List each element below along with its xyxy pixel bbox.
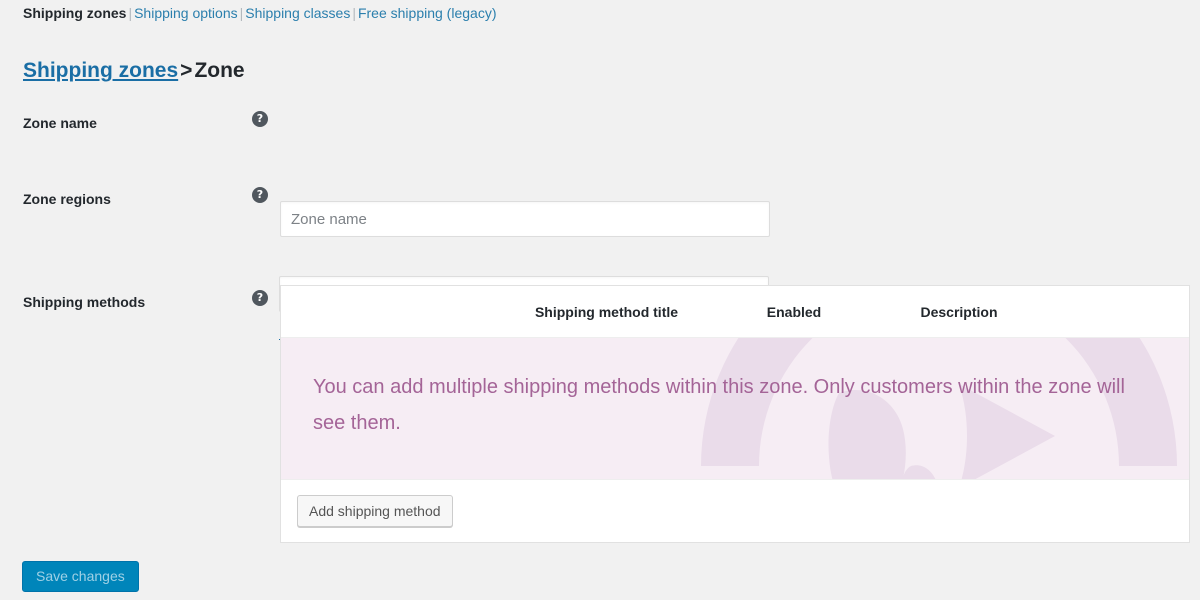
subnav-separator-1: | <box>126 5 134 21</box>
subnav-separator-3: | <box>350 5 358 21</box>
add-shipping-method-button[interactable]: Add shipping method <box>297 495 453 527</box>
breadcrumb-current-zone: Zone <box>194 59 244 82</box>
subnav-item-shipping-classes[interactable]: Shipping classes <box>245 5 350 21</box>
breadcrumb-link-shipping-zones[interactable]: Shipping zones <box>23 59 178 82</box>
shipping-methods-table-footer: Add shipping method <box>281 480 1189 542</box>
subnav-item-free-shipping-legacy[interactable]: Free shipping (legacy) <box>358 5 497 21</box>
question-mark-icon-zone-name[interactable]: ? <box>252 111 268 127</box>
column-header-enabled: Enabled <box>714 304 874 320</box>
shipping-methods-table: Shipping method title Enabled Descriptio… <box>280 285 1190 543</box>
column-header-shipping-method-title: Shipping method title <box>499 304 714 320</box>
subnav-item-shipping-options[interactable]: Shipping options <box>134 5 238 21</box>
shipping-methods-table-header: Shipping method title Enabled Descriptio… <box>281 286 1189 338</box>
save-changes-button[interactable]: Save changes <box>22 561 139 592</box>
question-mark-icon-zone-regions[interactable]: ? <box>252 187 268 203</box>
shipping-methods-empty-row: You can add multiple shipping methods wi… <box>281 338 1189 480</box>
breadcrumb-separator: > <box>178 59 194 82</box>
question-mark-icon-shipping-methods[interactable]: ? <box>252 290 268 306</box>
settings-subnav: Shipping zones|Shipping options|Shipping… <box>23 4 496 23</box>
shipping-methods-empty-message: You can add multiple shipping methods wi… <box>281 338 1189 441</box>
column-header-description: Description <box>874 304 1044 320</box>
page-title-breadcrumb: Shipping zones>Zone <box>23 57 245 85</box>
zone-name-label: Zone name <box>23 113 97 133</box>
zone-regions-label: Zone regions <box>23 189 111 209</box>
subnav-item-shipping-zones[interactable]: Shipping zones <box>23 5 126 21</box>
shipping-methods-label: Shipping methods <box>23 292 145 312</box>
zone-name-input[interactable] <box>280 201 770 237</box>
